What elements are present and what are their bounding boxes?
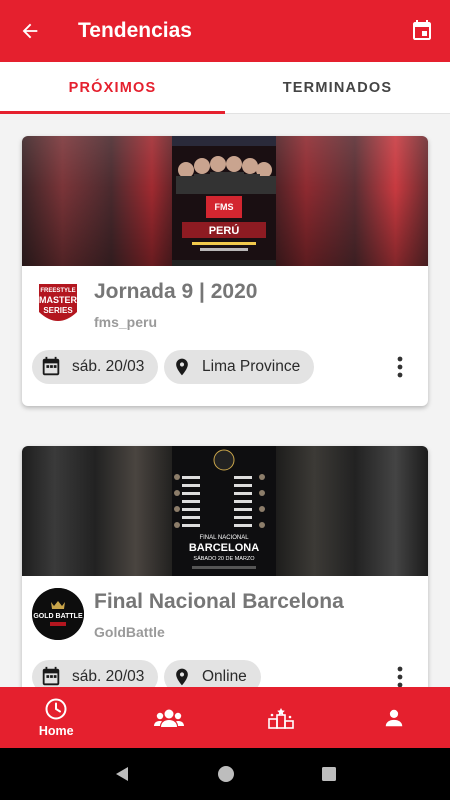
- person-icon: [385, 709, 402, 726]
- location-chip[interactable]: Lima Province: [164, 350, 315, 384]
- calendar-icon: [42, 666, 60, 686]
- nav-groups[interactable]: [113, 687, 226, 748]
- event-title[interactable]: Jornada 9 | 2020: [94, 280, 257, 304]
- tab-bar: PRÓXIMOS TERMINADOS: [0, 62, 450, 114]
- poster-text: FMS: [215, 202, 234, 212]
- more-vert-icon: [397, 666, 403, 688]
- clock-icon: [45, 698, 67, 720]
- organizer-logo: FREESTYLE MASTER SERIES: [32, 278, 84, 330]
- location-pin-icon: [176, 668, 188, 686]
- back-triangle-icon[interactable]: [113, 765, 131, 783]
- calendar-icon: [42, 356, 60, 376]
- tab-terminados[interactable]: TERMINADOS: [225, 62, 450, 113]
- event-card-body: FREESTYLE MASTER SERIES Jornada 9 | 2020…: [22, 266, 428, 406]
- event-title[interactable]: Final Nacional Barcelona: [94, 590, 344, 614]
- page-title: Tendencias: [78, 19, 192, 42]
- recents-square-icon[interactable]: [321, 766, 337, 782]
- podium-icon: [268, 707, 295, 729]
- date-label: sáb. 20/03: [72, 358, 145, 375]
- date-label: sáb. 20/03: [72, 668, 145, 685]
- logo-text: SERIES: [43, 306, 73, 315]
- location-label: Lima Province: [202, 358, 301, 375]
- organizer-logo: GOLD BATTLE: [32, 588, 84, 640]
- logo-text: GOLD BATTLE: [33, 613, 83, 620]
- logo-text: FREESTYLE: [40, 288, 75, 294]
- event-banner: FINAL NACIONAL BARCELONA SÁBADO 20 DE MA…: [22, 446, 428, 576]
- top-app-bar: Tendencias: [0, 0, 450, 62]
- event-banner: PERÚ FMS: [22, 136, 428, 266]
- poster-text: BARCELONA: [189, 542, 259, 554]
- home-circle-icon[interactable]: [217, 765, 235, 783]
- event-poster: FINAL NACIONAL BARCELONA SÁBADO 20 DE MA…: [172, 446, 276, 576]
- more-vert-icon: [397, 356, 403, 378]
- date-chip[interactable]: sáb. 20/03: [32, 350, 159, 384]
- arrow-back-icon: [22, 23, 38, 39]
- group-icon: [153, 709, 184, 727]
- nav-rankings[interactable]: [225, 687, 338, 748]
- event-organizer[interactable]: fms_peru: [94, 314, 157, 330]
- location-pin-icon: [176, 358, 188, 376]
- event-organizer[interactable]: GoldBattle: [94, 624, 165, 640]
- logo-text: MASTER: [39, 295, 78, 305]
- poster-text: FINAL NACIONAL: [199, 535, 249, 541]
- system-navigation-bar: [0, 748, 450, 800]
- event-card[interactable]: FINAL NACIONAL BARCELONA SÁBADO 20 DE MA…: [22, 446, 428, 716]
- more-options-button[interactable]: [390, 352, 410, 382]
- calendar-button[interactable]: [398, 0, 446, 62]
- bottom-navigation: Home: [0, 687, 450, 748]
- location-label: Online: [202, 668, 247, 685]
- nav-home[interactable]: Home: [0, 687, 113, 748]
- back-button[interactable]: [0, 0, 60, 62]
- nav-profile[interactable]: [338, 687, 450, 748]
- nav-home-label: Home: [38, 724, 74, 738]
- app-screen: Tendencias PRÓXIMOS TERMINADOS PERÚ FMS …: [0, 0, 450, 800]
- poster-text: SÁBADO 20 DE MARZO: [193, 555, 255, 562]
- event-poster: PERÚ FMS: [172, 136, 276, 266]
- poster-text: PERÚ: [209, 224, 240, 237]
- calendar-icon: [413, 20, 431, 40]
- tab-proximos[interactable]: PRÓXIMOS: [0, 62, 225, 114]
- event-card[interactable]: PERÚ FMS FREESTYLE MASTER SERIES Jornada…: [22, 136, 428, 406]
